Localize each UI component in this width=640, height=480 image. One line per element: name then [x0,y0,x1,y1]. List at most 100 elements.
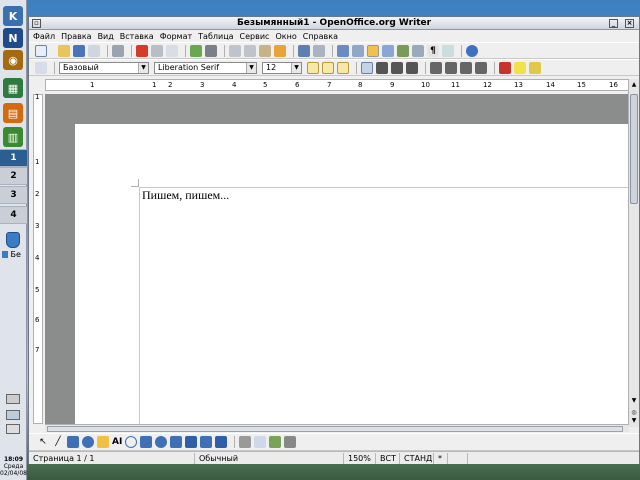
menu-item-6[interactable]: Сервис [240,32,270,41]
save-icon[interactable] [73,44,85,57]
bold-icon[interactable] [307,61,319,74]
underline-icon[interactable] [337,61,349,74]
menu-item-4[interactable]: Формат [160,32,192,41]
minimize-icon[interactable]: _ [609,19,618,28]
insert-mode[interactable]: ВСТ [376,452,400,464]
italic-icon[interactable] [322,61,334,74]
from-file-icon[interactable] [269,436,282,448]
page-indicator[interactable]: Страница 1 / 1 [29,452,195,464]
data-sources-icon[interactable] [412,44,424,57]
chevron-down-icon[interactable]: ▼ [291,62,301,73]
horizontal-scrollbar[interactable] [45,424,629,432]
hyperlink-icon[interactable] [337,44,349,57]
spreadsheet-icon[interactable]: ▥ [3,127,23,147]
styles-formatting-icon[interactable] [35,61,47,74]
export-pdf-icon[interactable] [136,44,148,57]
print-icon[interactable] [151,44,163,57]
open-icon[interactable] [58,44,70,57]
new-document-icon[interactable] [35,44,47,57]
kde-menu-icon[interactable]: K [3,6,23,26]
format-paintbrush-icon[interactable] [274,44,286,57]
stars-icon[interactable] [215,436,228,448]
align-center-icon[interactable] [376,61,388,74]
document-text[interactable]: Пишем, пишем... [142,188,229,203]
align-right-icon[interactable] [391,61,403,74]
zoom-icon[interactable] [442,44,454,57]
menu-item-7[interactable]: Окно [275,32,296,41]
bullets-icon[interactable] [445,61,457,74]
taskbar-entry[interactable]: Бе [2,250,21,259]
decrease-indent-icon[interactable] [460,61,472,74]
formatting-marks-icon[interactable]: ¶ [427,44,439,57]
menu-item-3[interactable]: Вставка [120,32,154,41]
document-area[interactable]: Пишем, пишем... [45,94,629,424]
justify-icon[interactable] [406,61,418,74]
desktop-2[interactable]: 2 [0,167,27,185]
line-icon[interactable]: ╱ [52,436,64,448]
callouts-icon[interactable] [200,436,213,448]
menu-item-8[interactable]: Справка [303,32,338,41]
page[interactable]: Пишем, пишем... [75,124,629,424]
impress-icon[interactable]: ▤ [3,103,23,123]
text-tool[interactable]: AI [112,437,122,447]
menu-item-5[interactable]: Таблица [198,32,233,41]
align-left-icon[interactable] [361,61,373,74]
undo-icon[interactable] [298,44,310,57]
callout-icon[interactable] [125,436,138,448]
desktop-3[interactable]: 3 [0,186,27,204]
copy-icon[interactable] [244,44,256,57]
vertical-scrollbar[interactable]: ▲ ▼ ◎ ▼ [628,79,639,427]
page-style[interactable]: Обычный [195,452,344,464]
dropdown-arrow-icon[interactable] [50,45,55,57]
page-preview-icon[interactable] [166,44,178,57]
chevron-down-icon[interactable]: ▼ [246,62,256,73]
spellcheck-icon[interactable] [190,44,202,57]
edit-file-icon[interactable] [112,44,124,57]
tray-icon-2[interactable] [6,410,20,420]
next-page-icon[interactable]: ▼ [630,417,638,425]
navigation-icon[interactable]: ◎ [630,409,638,417]
tray-icon-3[interactable] [6,424,20,434]
cut-icon[interactable] [229,44,241,57]
font-size-select[interactable]: 12 ▼ [262,61,302,74]
scroll-up-icon[interactable]: ▲ [630,81,638,89]
help-icon[interactable] [466,44,478,57]
zoom-level[interactable]: 150% [344,452,376,464]
autospellcheck-icon[interactable] [205,44,217,57]
show-draw-functions-icon[interactable] [367,44,379,57]
text-boundary[interactable]: Пишем, пишем... [139,187,629,424]
font-name-select[interactable]: Liberation Serif ▼ [154,61,257,74]
title-bar[interactable]: ▫ Безымянный1 - OpenOffice.org Writer _ … [29,17,639,30]
menu-item-0[interactable]: Файл [33,32,55,41]
numbering-icon[interactable] [430,61,442,74]
ellipse-icon[interactable] [82,436,94,448]
horizontal-ruler[interactable]: 1 1 2 3 4 5 6 7 8 9 10 11 12 13 14 15 16 [45,79,629,91]
eye-icon[interactable]: ◉ [3,50,23,70]
chevron-down-icon[interactable]: ▼ [138,62,148,73]
window-menu-icon[interactable]: ▫ [32,19,41,28]
calc-icon[interactable]: ▦ [3,78,23,98]
redo-icon[interactable] [313,44,325,57]
background-color-icon[interactable] [529,61,541,74]
scroll-thumb[interactable] [47,426,623,432]
flowchart-icon[interactable] [185,436,198,448]
email-icon[interactable] [88,44,100,57]
clock[interactable]: 18:09 Среда 02/04/08 [0,456,27,477]
selection-mode[interactable]: СТАНД [400,452,434,464]
navigator-icon[interactable] [382,44,394,57]
paste-icon[interactable] [259,44,271,57]
points-icon[interactable] [239,436,252,448]
highlighting-icon[interactable] [514,61,526,74]
symbol-shapes-icon[interactable] [155,436,168,448]
scroll-thumb[interactable] [630,94,638,204]
desktop-4[interactable]: 4 [0,206,27,224]
document-modified[interactable]: * [434,452,448,464]
extrusion-icon[interactable] [284,436,297,448]
font-color-icon[interactable] [499,61,511,74]
menu-item-2[interactable]: Вид [98,32,114,41]
menu-item-1[interactable]: Правка [61,32,91,41]
freeform-icon[interactable] [97,436,109,448]
select-arrow-icon[interactable]: ↖ [37,436,49,448]
increase-indent-icon[interactable] [475,61,487,74]
rectangle-icon[interactable] [67,436,79,448]
